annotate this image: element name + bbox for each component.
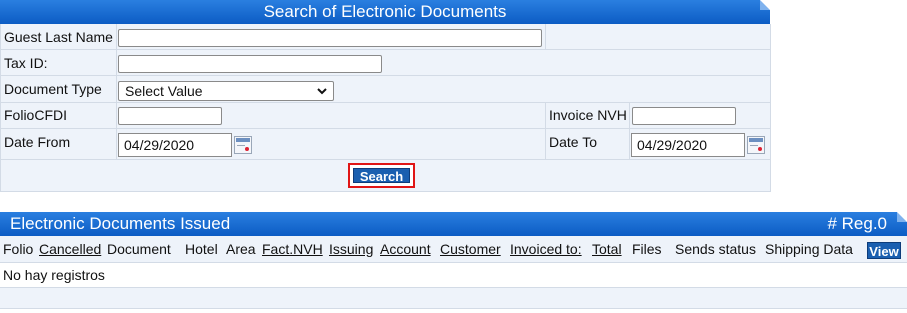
column-cancelled[interactable]: Cancelled: [39, 241, 101, 257]
document-type-label: Document Type: [4, 81, 102, 97]
document-type-row: Document Type Select Value: [1, 76, 770, 103]
column-folio: Folio: [3, 241, 34, 257]
date-from-calendar-icon[interactable]: [234, 136, 252, 154]
guest-last-name-label: Guest Last Name: [4, 29, 113, 45]
guest-last-name-input[interactable]: [118, 29, 542, 47]
document-type-select[interactable]: Select Value: [118, 81, 334, 101]
column-fact-nvh[interactable]: Fact.NVH: [262, 241, 323, 257]
corner-fold-icon: [760, 0, 770, 10]
date-from-input[interactable]: 04/29/2020: [118, 133, 232, 157]
column-issuing[interactable]: Issuing: [329, 241, 373, 257]
column-area: Area: [226, 241, 256, 257]
corner-fold-icon: [897, 212, 907, 222]
tax-id-row: Tax ID:: [1, 50, 770, 76]
column-shipping-data: Shipping Data: [765, 241, 853, 257]
tax-id-label: Tax ID:: [4, 55, 48, 71]
date-to-calendar-icon[interactable]: [747, 136, 765, 154]
empty-results-row: No hay registros: [0, 263, 907, 288]
document-type-selected-value: Select Value: [125, 83, 203, 99]
folio-invoice-row: FolioCFDI Invoice NVH: [1, 103, 770, 129]
guest-last-name-row: Guest Last Name: [1, 24, 770, 50]
record-count: # Reg.0: [827, 214, 887, 233]
search-button[interactable]: Search: [353, 168, 410, 184]
column-sends-status: Sends status: [675, 241, 756, 257]
view-button[interactable]: View: [867, 242, 901, 259]
date-range-row: Date From 04/29/2020 Date To 04/29/2020: [1, 129, 770, 160]
invoice-nvh-input[interactable]: [632, 107, 736, 125]
invoice-nvh-label: Invoice NVH: [549, 107, 627, 123]
tax-id-input[interactable]: [118, 55, 382, 73]
chevron-down-icon: [317, 88, 327, 95]
column-account[interactable]: Account: [380, 241, 431, 257]
folio-cfdi-input[interactable]: [118, 107, 222, 125]
results-table-header: Folio Cancelled Document Hotel Area Fact…: [0, 236, 907, 263]
column-total[interactable]: Total: [592, 241, 622, 257]
column-customer[interactable]: Customer: [440, 241, 501, 257]
issued-panel-header: Electronic Documents Issued # Reg.0: [0, 212, 907, 236]
search-panel-title: Search of Electronic Documents: [263, 2, 507, 21]
column-document: Document: [107, 241, 171, 257]
column-hotel: Hotel: [185, 241, 218, 257]
column-invoiced-to[interactable]: Invoiced to:: [510, 241, 582, 257]
search-button-highlight: Search: [348, 163, 415, 188]
date-to-label: Date To: [549, 134, 597, 150]
date-from-label: Date From: [4, 134, 71, 150]
empty-results-message: No hay registros: [3, 267, 105, 283]
issued-panel-title: Electronic Documents Issued: [10, 214, 231, 233]
search-panel-header: Search of Electronic Documents: [0, 0, 770, 24]
date-to-value: 04/29/2020: [637, 137, 708, 153]
date-from-value: 04/29/2020: [124, 137, 195, 153]
results-footer-row: [0, 288, 907, 309]
column-files: Files: [632, 241, 662, 257]
folio-cfdi-label: FolioCFDI: [4, 107, 68, 123]
date-to-input[interactable]: 04/29/2020: [631, 133, 745, 157]
